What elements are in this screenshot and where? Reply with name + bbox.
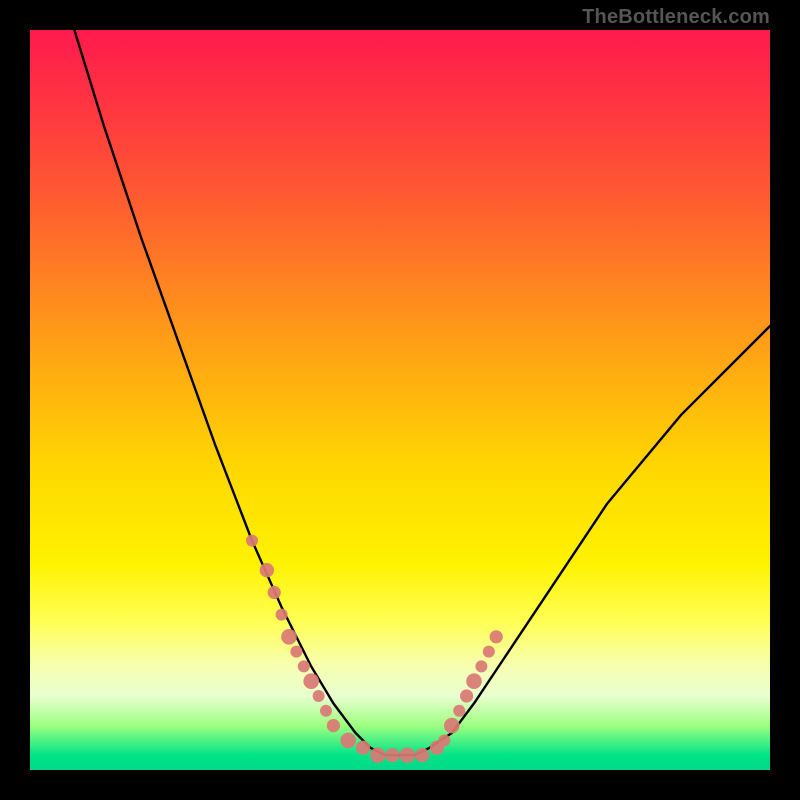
chart-svg [30, 30, 770, 770]
chart-marker [281, 629, 297, 645]
chart-markers [246, 535, 503, 763]
chart-marker [385, 748, 399, 762]
chart-plot-area [30, 30, 770, 770]
chart-marker [438, 734, 450, 746]
chart-marker [415, 748, 429, 762]
chart-marker [475, 660, 487, 672]
chart-marker [276, 609, 288, 621]
chart-curve [74, 30, 770, 755]
chart-marker [490, 630, 503, 643]
chart-marker [298, 660, 310, 672]
chart-marker [313, 690, 325, 702]
chart-marker [400, 747, 416, 763]
chart-marker [320, 705, 332, 717]
chart-marker [460, 689, 473, 702]
watermark-text: TheBottleneck.com [582, 6, 770, 29]
chart-marker [483, 646, 495, 658]
chart-marker [303, 673, 319, 689]
chart-frame: TheBottleneck.com [0, 0, 800, 800]
chart-marker [268, 586, 281, 599]
chart-marker [246, 535, 258, 547]
chart-marker [466, 673, 482, 689]
chart-marker [356, 741, 370, 755]
chart-marker [327, 719, 340, 732]
chart-marker [340, 733, 356, 749]
chart-marker [370, 747, 386, 763]
chart-marker [444, 718, 460, 734]
chart-marker [453, 705, 465, 717]
chart-marker [290, 646, 302, 658]
chart-marker [260, 563, 274, 577]
